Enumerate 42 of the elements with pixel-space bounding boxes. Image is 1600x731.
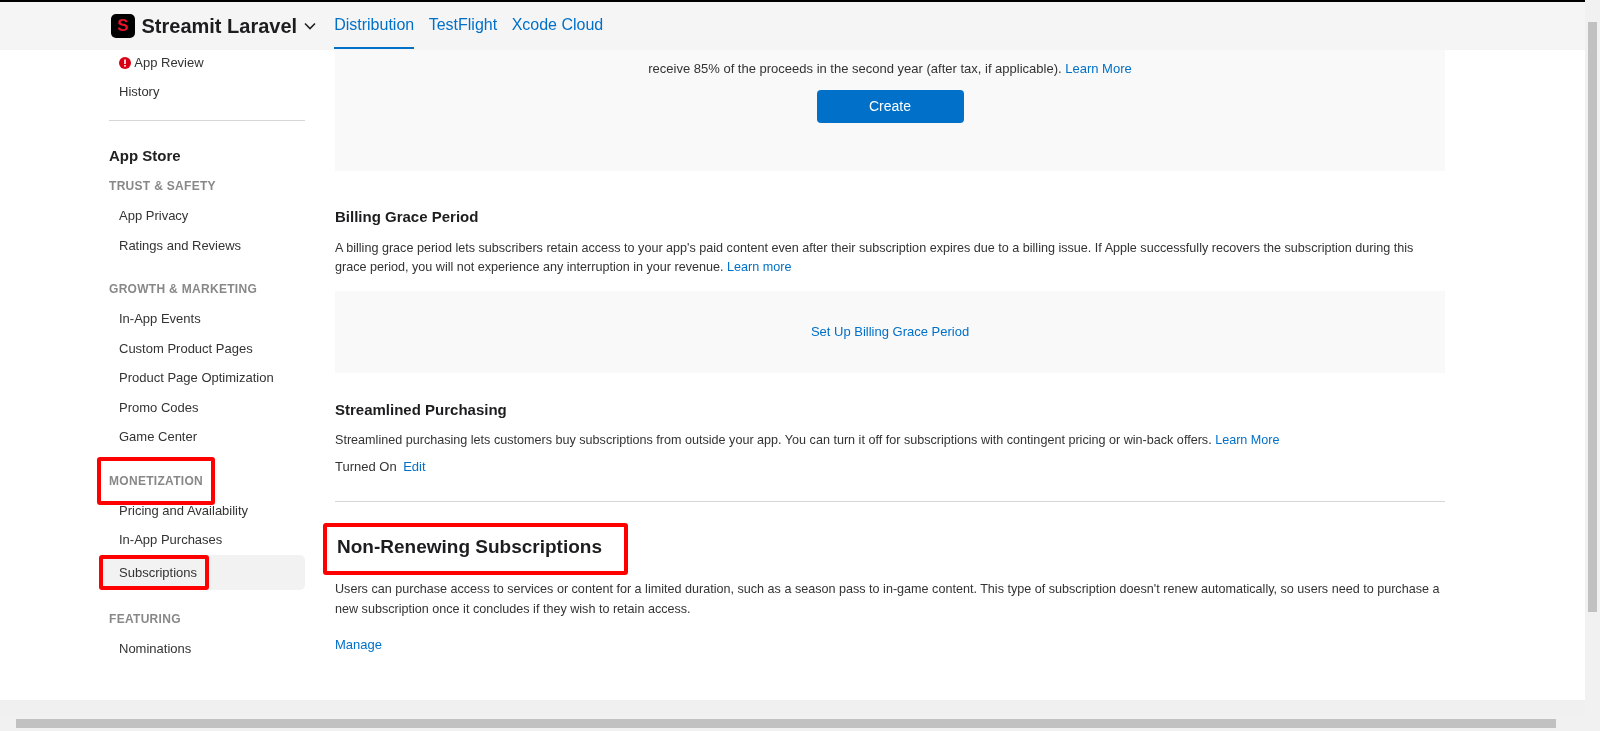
section-description: Streamlined purchasing lets customers buy subscriptions from outside your app. You can turn it off for subscriptions with contingent pricing or win-back offers. Learn More (335, 432, 1281, 449)
sidebar-item[interactable]: App Review (109, 53, 305, 73)
edit-link[interactable]: Edit (403, 457, 426, 477)
intro-text: receive 85% of the proceeds in the second year (after tax, if applicable). Learn More (647, 60, 1133, 78)
sidebar-heading: App Store (109, 146, 182, 166)
sidebar-item[interactable]: Custom Product Pages (109, 333, 305, 363)
section-description: A billing grace period lets subscribers retain access to your app's paid content even after their subscription expires due to a billing issue. If Apple successfully recovers the subscription during this grace period, you will not experience any interruption in your revenue. Learn more (335, 239, 1415, 276)
manage-link[interactable]: Manage (335, 635, 382, 655)
sidebar-item[interactable]: App Privacy (109, 201, 305, 231)
vertical-scrollbar[interactable] (1585, 0, 1600, 716)
learn-more-link[interactable]: Learn more (727, 260, 792, 274)
section-heading: Billing Grace Period (335, 207, 480, 227)
sidebar-item[interactable]: In-App Purchases (109, 525, 305, 555)
selected-sidebar-item[interactable]: Subscriptions (99, 554, 305, 590)
sidebar-link[interactable]: Subscriptions (119, 564, 198, 580)
learn-more-link[interactable]: Learn More (1215, 433, 1280, 447)
alert-icon (119, 57, 131, 69)
sidebar-item[interactable]: In-App Events (109, 304, 305, 334)
sidebar-item[interactable]: Product Page Optimization (109, 363, 305, 393)
sidebar-item[interactable]: Nominations (109, 633, 305, 663)
section-heading: Streamlined Purchasing (335, 399, 508, 420)
section-description: Users can purchase access to services or content for a limited duration, such as a season pass to in-game content. This type of subscription doesn't renew automatically, so users need to purchase a new subscription once it concludes if they wish to retain access. (335, 581, 1441, 618)
app-name: Streamit Laravel (141, 14, 298, 39)
app-logo: S (111, 14, 135, 38)
create-button[interactable]: Create (816, 90, 964, 123)
status-text: Turned On (335, 458, 397, 476)
section-label: GROWTH & MARKETING (109, 282, 258, 296)
setup-link[interactable]: Set Up Billing Grace Period (810, 321, 970, 342)
sidebar-item[interactable]: Promo Codes (109, 392, 305, 422)
nav-tab[interactable]: Xcode Cloud (511, 13, 604, 49)
sidebar-item[interactable]: Pricing and Availability (109, 495, 305, 525)
nav-tab[interactable]: TestFlight (428, 13, 498, 49)
section-label: FEATURING (109, 611, 181, 626)
section-label: TRUST & SAFETY (109, 179, 216, 193)
section-label: MONETIZATION (109, 473, 204, 488)
sidebar-item[interactable]: Game Center (109, 422, 305, 452)
sidebar-item[interactable]: History (109, 82, 305, 102)
sidebar-item[interactable]: Ratings and Reviews (109, 230, 305, 260)
learn-more-link[interactable]: Learn More (1065, 61, 1132, 76)
horizontal-scrollbar[interactable] (0, 716, 1600, 731)
section-heading: Non-Renewing Subscriptions (337, 534, 602, 559)
chevron-down-icon[interactable] (303, 22, 316, 30)
